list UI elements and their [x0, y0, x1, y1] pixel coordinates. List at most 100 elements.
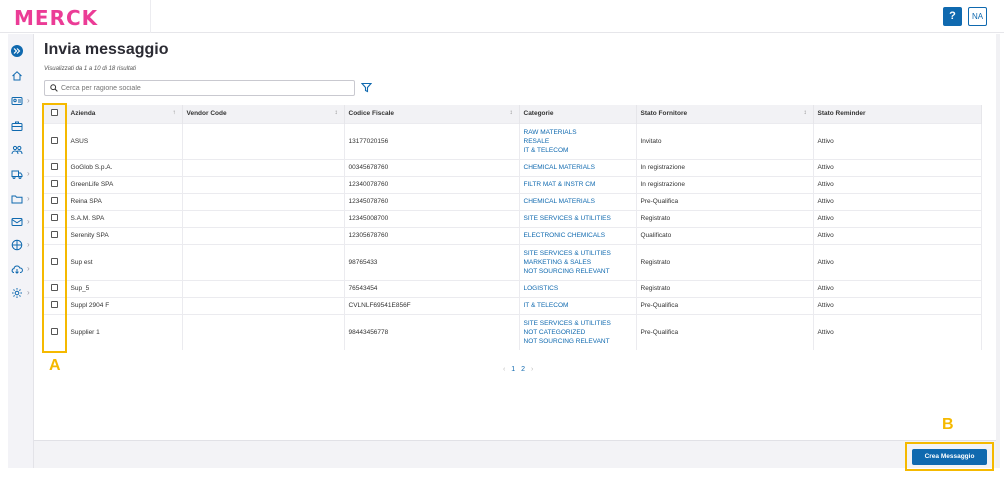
search-input[interactable]: [61, 82, 351, 94]
sidebar-item-download[interactable]: ›: [8, 261, 34, 277]
table-row[interactable]: GreenLife SPA 12340078760 FILTR MAT & INST…: [44, 175, 982, 193]
suppliers-table: Azienda ↑ Vendor Code ↕ Codice Fiscale ↕ Ca…: [44, 105, 982, 350]
cell-codice-fiscale: 12345078760: [344, 192, 520, 210]
table-row[interactable]: S.A.M. SPA 12345008700 SITE SERVICES & UTI…: [44, 209, 982, 227]
pagination-prev[interactable]: ‹: [503, 366, 505, 373]
category-link[interactable]: IT & TELECOM: [524, 301, 632, 310]
column-header-label: Stato Reminder: [817, 110, 866, 118]
cell-stato-reminder: Attivo: [813, 192, 982, 210]
pagination: ‹ 1 2 ›: [501, 366, 535, 373]
sidebar-item-home[interactable]: [8, 68, 34, 84]
table-row[interactable]: Supplier 1 98443456778 SITE SERVICES & UTI…: [44, 313, 982, 350]
cell-vendor-code: [182, 313, 345, 350]
help-button[interactable]: ?: [943, 7, 962, 26]
briefcase-icon: [11, 121, 23, 131]
table-row[interactable]: Reina SPA 12345078760 CHEMICAL MATERIALS Pr…: [44, 192, 982, 210]
truck-icon: [11, 170, 23, 179]
cell-stato-fornitore: Invitato: [636, 122, 814, 159]
sort-icon[interactable]: ↕: [335, 110, 338, 116]
category-link[interactable]: CHEMICAL MATERIALS: [524, 163, 632, 172]
category-link[interactable]: SITE SERVICES & UTILITIES: [524, 214, 632, 223]
column-header-stato-fornitore[interactable]: Stato Fornitore ↕: [636, 105, 814, 123]
scrollbar[interactable]: [996, 34, 1000, 468]
settings-icon: [12, 288, 22, 298]
cell-stato-fornitore: Qualificato: [636, 226, 814, 244]
category-link[interactable]: RAW MATERIALS: [524, 128, 632, 137]
sidebar-item-settings[interactable]: ›: [8, 285, 34, 301]
table-row[interactable]: ASUS 13177020156 RAW MATERIALS RESALE IT & T…: [44, 122, 982, 159]
cell-categorie: LOGISTICS: [519, 279, 637, 297]
cell-stato-reminder: Attivo: [813, 226, 982, 244]
column-header-label: Codice Fiscale: [348, 110, 395, 118]
sort-icon[interactable]: ↕: [510, 110, 513, 116]
chevron-right-icon: ›: [27, 240, 30, 249]
sidebar-item-users[interactable]: [8, 142, 34, 158]
column-header-stato-reminder[interactable]: Stato Reminder: [813, 105, 982, 123]
category-link[interactable]: SITE SERVICES & UTILITIES: [524, 249, 632, 258]
pagination-page-2[interactable]: 2: [521, 366, 525, 373]
column-header-label: Vendor Code: [186, 110, 227, 118]
category-link[interactable]: CHEMICAL MATERIALS: [524, 197, 632, 206]
category-link[interactable]: RESALE: [524, 137, 632, 146]
globe-icon: [11, 239, 23, 251]
sidebar-item-documents[interactable]: ›: [8, 191, 34, 207]
sidebar-item-delivery[interactable]: ›: [8, 166, 34, 182]
folder-icon: [11, 195, 23, 204]
logo-divider: [150, 0, 151, 33]
sort-icon[interactable]: ↕: [804, 110, 807, 116]
search-box[interactable]: [44, 80, 355, 96]
table-row[interactable]: Sup est 98765433 SITE SERVICES & UTILITIES…: [44, 243, 982, 280]
sidebar-expand[interactable]: [8, 43, 34, 59]
cell-vendor-code: [182, 158, 345, 176]
category-link[interactable]: NOT SOURCING RELEVANT: [524, 337, 632, 346]
column-header-azienda[interactable]: Azienda ↑: [66, 105, 183, 123]
column-header-categorie[interactable]: Categorie: [519, 105, 637, 123]
category-link[interactable]: LOGISTICS: [524, 284, 632, 293]
category-link[interactable]: FILTR MAT & INSTR CM: [524, 180, 632, 189]
cloud-download-icon: [11, 265, 23, 274]
category-link[interactable]: MARKETING & SALES: [524, 258, 632, 267]
category-link[interactable]: IT & TELECOM: [524, 146, 632, 155]
cell-stato-fornitore: Pre-Qualifica: [636, 192, 814, 210]
sidebar-item-contacts[interactable]: ›: [8, 93, 34, 109]
cell-stato-reminder: Attivo: [813, 122, 982, 159]
cell-vendor-code: [182, 243, 345, 280]
category-link[interactable]: NOT SOURCING RELEVANT: [524, 267, 632, 276]
cell-stato-fornitore: Registrato: [636, 209, 814, 227]
category-link[interactable]: NOT CATEGORIZED: [524, 328, 632, 337]
sidebar-item-messages[interactable]: ›: [8, 214, 34, 230]
chevron-right-icon: ›: [27, 288, 30, 297]
cell-azienda: Supplier 1: [66, 313, 183, 350]
filter-icon[interactable]: [361, 82, 372, 93]
pagination-next[interactable]: ›: [531, 366, 533, 373]
column-header-codice-fiscale[interactable]: Codice Fiscale ↕: [344, 105, 520, 123]
cell-stato-reminder: Attivo: [813, 313, 982, 350]
table-row[interactable]: Serenity SPA 12305678760 ELECTRONIC CHEMIC…: [44, 226, 982, 244]
sidebar-item-global[interactable]: ›: [8, 237, 34, 253]
category-link[interactable]: SITE SERVICES & UTILITIES: [524, 319, 632, 328]
main-content: Invia messaggio Visualizzati da 1 a 10 d…: [34, 34, 996, 468]
category-link[interactable]: ELECTRONIC CHEMICALS: [524, 231, 632, 240]
sidebar-item-portfolio[interactable]: [8, 118, 34, 134]
cell-vendor-code: [182, 175, 345, 193]
user-avatar-button[interactable]: NA: [968, 7, 987, 26]
expand-icon: [11, 45, 23, 57]
merck-logo[interactable]: MERCK: [14, 6, 98, 30]
cell-categorie: RAW MATERIALS RESALE IT & TELECOM: [519, 122, 637, 159]
cell-azienda: Sup est: [66, 243, 183, 280]
pagination-page-1[interactable]: 1: [511, 366, 515, 373]
cell-azienda: Reina SPA: [66, 192, 183, 210]
cell-categorie: SITE SERVICES & UTILITIES MARKETING & SAL…: [519, 243, 637, 280]
annotation-label-a: A: [49, 357, 61, 374]
table-row[interactable]: Suppl 2904 F CVLNLF69541E856F IT & TELECOM…: [44, 296, 982, 314]
chevron-right-icon: ›: [27, 194, 30, 203]
table-row[interactable]: Sup_5 76543454 LOGISTICS Registrato Attivo: [44, 279, 982, 297]
column-header-vendor-code[interactable]: Vendor Code ↕: [182, 105, 345, 123]
column-header-label: Categorie: [523, 110, 554, 118]
annotation-box-b: [905, 442, 994, 471]
sort-icon[interactable]: ↑: [173, 110, 176, 116]
cell-categorie: CHEMICAL MATERIALS: [519, 158, 637, 176]
cell-codice-fiscale: 76543454: [344, 279, 520, 297]
page-title: Invia messaggio: [44, 41, 169, 58]
table-row[interactable]: GoGlob S.p.A. 00345678760 CHEMICAL MATERIA…: [44, 158, 982, 176]
